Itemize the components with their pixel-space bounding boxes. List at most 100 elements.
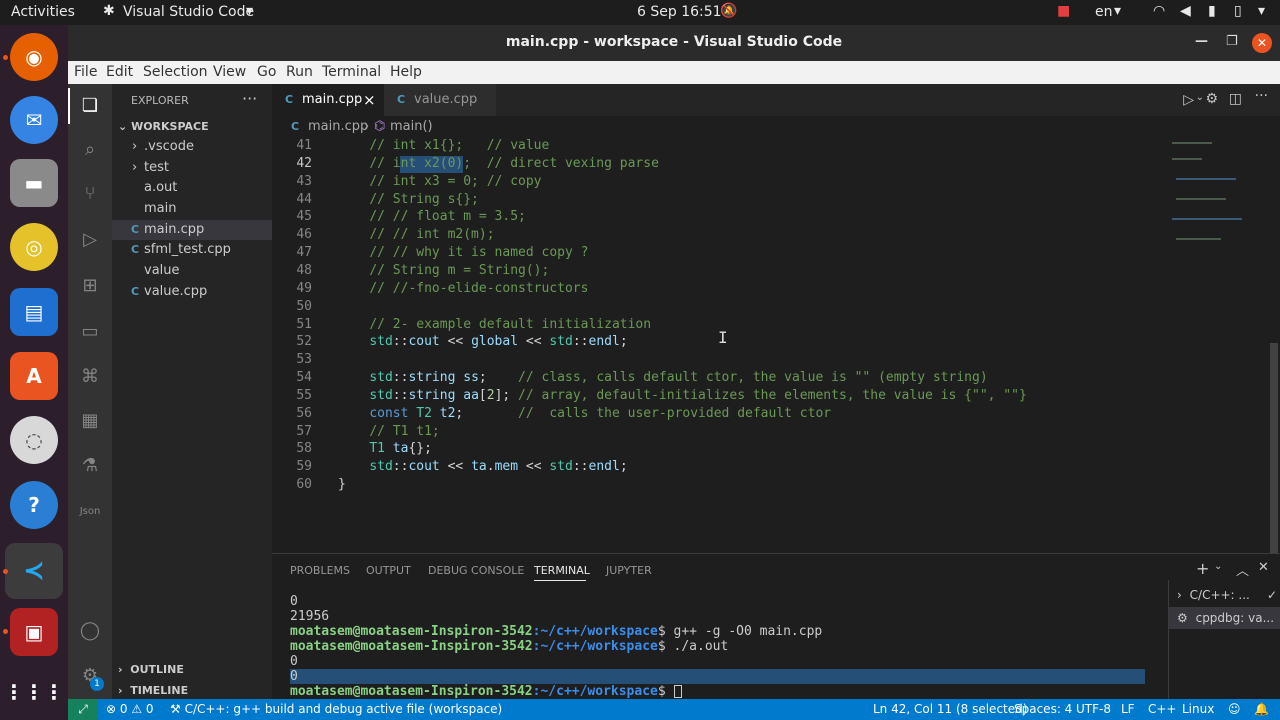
chevron-down-icon[interactable]: ⌄ xyxy=(1196,92,1204,103)
minimap[interactable] xyxy=(1168,138,1268,258)
running-indicator xyxy=(3,55,8,60)
menu-edit[interactable]: Edit xyxy=(106,64,133,80)
new-terminal-icon[interactable]: + xyxy=(1196,559,1209,578)
app-menu[interactable]: Visual Studio Code xyxy=(123,4,254,20)
notifications-icon[interactable]: 🔔 xyxy=(1254,702,1269,716)
menu-file[interactable]: File xyxy=(74,64,97,80)
tree-file-main[interactable]: main xyxy=(112,199,272,219)
disk-icon[interactable]: ◌ xyxy=(10,416,58,464)
tree-file-main-cpp[interactable]: C main.cpp xyxy=(112,220,272,240)
help-icon[interactable]: ? xyxy=(10,481,58,529)
indentation[interactable]: Spaces: 4 xyxy=(1014,702,1072,716)
scrollbar-thumb[interactable] xyxy=(1270,343,1278,553)
os-indicator[interactable]: Linux xyxy=(1182,702,1214,716)
flask-icon[interactable]: ⚗ xyxy=(78,454,102,478)
terminal-item-cpp[interactable]: › C/C++: ... ✓ xyxy=(1169,584,1280,606)
cursor-position[interactable]: Ln 42, Col 11 (8 selected) xyxy=(873,702,1027,716)
chevron-down-icon[interactable]: ▾ xyxy=(1258,3,1265,19)
chevron-down-icon[interactable]: ⌄ xyxy=(1214,561,1222,572)
menu-bar: File Edit Selection View Go Run Terminal… xyxy=(68,61,1280,84)
tab-output[interactable]: OUTPUT xyxy=(366,564,411,577)
more-actions-icon[interactable]: ··· xyxy=(242,89,257,108)
maximize-panel-icon[interactable]: ︿ xyxy=(1236,560,1249,579)
breadcrumb-file[interactable]: main.cpp xyxy=(308,119,368,134)
line-number: 56 xyxy=(296,405,312,421)
code-line: // T1 t1; xyxy=(369,423,440,439)
python-icon[interactable]: ⌘ xyxy=(78,365,102,389)
tree-file-sfml-test-cpp[interactable]: C sfml_test.cpp xyxy=(112,240,272,260)
remote-explorer-icon[interactable]: ▭ xyxy=(78,320,102,344)
rhythmbox-icon[interactable]: ◎ xyxy=(10,223,58,271)
json-icon[interactable]: Json xyxy=(78,500,102,524)
tab-value-cpp[interactable]: C value.cpp xyxy=(384,84,496,116)
tab-jupyter[interactable]: JUPYTER xyxy=(606,564,652,577)
tab-debug-console[interactable]: DEBUG CONSOLE xyxy=(428,564,524,577)
remote-indicator-icon[interactable]: ⤢ xyxy=(68,699,98,720)
menu-view[interactable]: View xyxy=(213,64,246,80)
cpp-file-icon: C xyxy=(131,285,140,298)
input-language[interactable]: en xyxy=(1095,4,1113,20)
settings-gear-icon[interactable]: ⚙ xyxy=(1205,91,1218,107)
menu-terminal[interactable]: Terminal xyxy=(322,64,381,80)
split-editor-icon[interactable]: ◫ xyxy=(1229,91,1242,107)
tree-file-value[interactable]: value xyxy=(112,261,272,281)
active-tab-underline xyxy=(534,580,586,581)
thunderbird-icon[interactable]: ✉ xyxy=(10,96,58,144)
code-line: } xyxy=(338,477,346,493)
workspace-header[interactable]: ⌄ WORKSPACE xyxy=(118,120,209,133)
writer-icon[interactable]: ▤ xyxy=(10,288,58,336)
tree-file-value-cpp[interactable]: C value.cpp xyxy=(112,282,272,302)
microphone-icon[interactable]: ▮ xyxy=(1208,3,1216,19)
menu-selection[interactable]: Selection xyxy=(143,64,208,80)
source-control-icon[interactable]: ⑂ xyxy=(78,182,102,206)
files-icon[interactable]: ▬ xyxy=(10,159,58,207)
activities-button[interactable]: Activities xyxy=(11,4,75,20)
clock[interactable]: 6 Sep 16:51 xyxy=(637,4,722,20)
more-actions-icon[interactable]: ··· xyxy=(1255,88,1268,104)
accounts-icon[interactable]: ◯ xyxy=(78,619,102,643)
menu-run[interactable]: Run xyxy=(286,64,313,80)
tab-problems[interactable]: PROBLEMS xyxy=(290,564,350,577)
timeline-section[interactable]: › TIMELINE xyxy=(118,684,188,697)
language-mode[interactable]: C++ xyxy=(1148,702,1177,716)
encoding[interactable]: UTF-8 xyxy=(1076,702,1111,716)
vscode-icon[interactable]: ≺ xyxy=(5,543,63,599)
feedback-icon[interactable]: ☺ xyxy=(1228,702,1241,716)
extensions-icon[interactable]: ⊞ xyxy=(78,274,102,298)
tree-folder-test[interactable]: › test xyxy=(112,158,272,178)
close-panel-icon[interactable]: ✕ xyxy=(1258,560,1269,575)
terminal-item-cppdbg[interactable]: ⚙ cppdbg: va... xyxy=(1169,607,1280,629)
wifi-icon[interactable]: ◠ xyxy=(1153,3,1165,19)
volume-icon[interactable]: ◀ xyxy=(1180,3,1191,19)
tab-terminal[interactable]: TERMINAL xyxy=(534,564,590,577)
docker-icon[interactable]: ▦ xyxy=(78,409,102,433)
menu-go[interactable]: Go xyxy=(257,64,276,80)
battery-icon[interactable]: ▯ xyxy=(1234,3,1242,19)
show-applications-icon[interactable]: ⋮⋮⋮ xyxy=(4,668,64,716)
chevron-down-icon: ⌄ xyxy=(118,120,128,133)
problems-status[interactable]: ⊗ 0 ⚠ 0 xyxy=(106,702,154,716)
breadcrumb-symbol[interactable]: main() xyxy=(390,119,433,134)
run-icon[interactable]: ▷ xyxy=(1183,92,1194,108)
close-window-button[interactable]: ✕ xyxy=(1252,33,1272,53)
minimize-icon[interactable]: — xyxy=(1195,34,1208,49)
screen-recorder-icon[interactable]: ▣ xyxy=(10,608,58,656)
run-debug-icon[interactable]: ▷ xyxy=(78,228,102,252)
maximize-icon[interactable]: ❐ xyxy=(1226,34,1238,49)
software-center-icon[interactable]: A xyxy=(10,352,58,400)
tree-file-aout[interactable]: a.out xyxy=(112,178,272,198)
explorer-icon[interactable]: ❏ xyxy=(78,94,102,118)
tree-folder-vscode[interactable]: › .vscode xyxy=(112,137,272,157)
menu-help[interactable]: Help xyxy=(390,64,422,80)
build-task-status[interactable]: ⚒ C/C++: g++ build and debug active file… xyxy=(170,702,502,716)
code-editor[interactable]: 41 // int x1{}; // value 42 // int x2(0);… xyxy=(272,138,1280,553)
editor-scrollbar[interactable] xyxy=(1268,138,1280,553)
line-number: 50 xyxy=(296,298,312,314)
tab-main-cpp[interactable]: C main.cpp × xyxy=(272,84,384,116)
search-icon[interactable]: ⌕ xyxy=(78,138,102,162)
tree-label: main.cpp xyxy=(144,222,205,237)
outline-section[interactable]: › OUTLINE xyxy=(118,663,184,676)
end-of-line[interactable]: LF xyxy=(1121,702,1135,716)
close-tab-icon[interactable]: × xyxy=(363,84,376,116)
firefox-icon[interactable]: ◉ xyxy=(10,33,58,81)
